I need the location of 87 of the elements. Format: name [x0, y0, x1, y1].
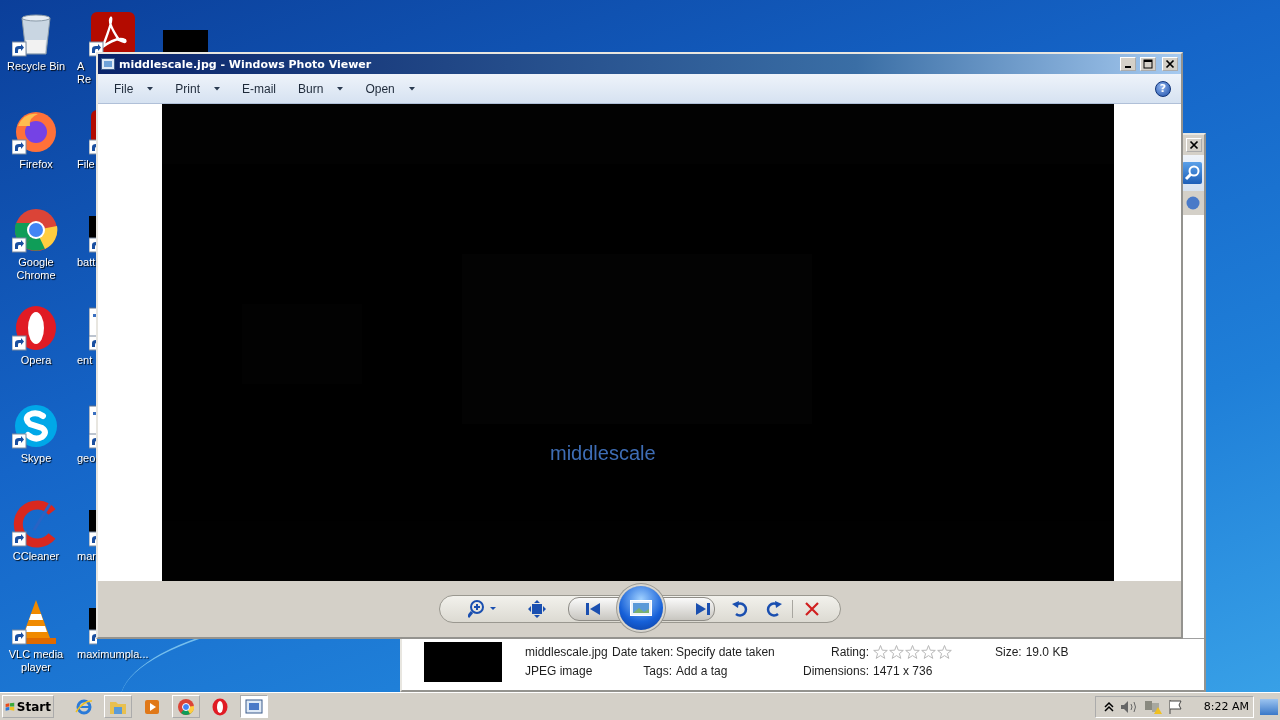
menu-item[interactable]: E-mail [236, 81, 283, 96]
rotate-left-icon [731, 601, 748, 617]
desktop-icon-label: geo [77, 452, 96, 465]
desktop-icon-label: Firefox [19, 158, 53, 171]
desktop-icon-label: File [77, 158, 95, 171]
previous-icon [584, 603, 601, 615]
next-button[interactable] [694, 603, 711, 615]
field-value[interactable]: Add a tag [676, 664, 728, 678]
show-desktop-button[interactable] [1260, 698, 1278, 715]
star-icon[interactable] [921, 645, 936, 659]
close-icon [1163, 57, 1177, 71]
pdf-icon[interactable] [89, 10, 137, 58]
file-type: JPEG image [525, 664, 594, 678]
delete-icon [804, 602, 819, 616]
desktop-icon-label: Recycle Bin [6, 60, 66, 73]
zoom-icon [467, 600, 498, 618]
caret-icon [337, 86, 344, 91]
delete-button[interactable] [804, 602, 819, 616]
window-title: middlescale.jpg - Windows Photo Viewer [119, 57, 373, 71]
close-icon [1187, 138, 1201, 152]
caret-icon [214, 86, 221, 91]
caret-icon [408, 86, 415, 91]
clock: 8:22 AM [1203, 700, 1249, 713]
photo-viewer-icon [101, 58, 115, 70]
actual-size-button[interactable] [527, 600, 546, 618]
desktop-icon-label: Opera [20, 354, 52, 367]
desktop-icon-label: Google Chrome [15, 256, 57, 282]
search-button[interactable] [1182, 162, 1202, 184]
media-player-icon [143, 697, 161, 716]
menu-item[interactable]: File [108, 81, 160, 96]
internet-explorer-icon [75, 697, 93, 716]
field-value[interactable]: Specify date taken [676, 645, 775, 659]
star-icon[interactable] [937, 645, 952, 659]
file-name: middlescale.jpg [525, 645, 609, 659]
flag-icon[interactable] [1167, 698, 1184, 715]
chrome-icon[interactable] [12, 206, 60, 254]
taskbar-button[interactable] [172, 695, 200, 718]
star-icon[interactable] [905, 645, 920, 659]
field-label: Tags: [642, 664, 672, 678]
next-icon [694, 603, 711, 615]
field-label: Date taken: [612, 645, 672, 659]
desktop-icon-label: ent [77, 354, 93, 367]
rotate-right-icon [765, 601, 782, 617]
rotate-left-button[interactable] [731, 601, 748, 617]
field-label: Size: [995, 645, 1022, 659]
opera-icon [211, 697, 229, 716]
menu-item[interactable]: Burn [292, 81, 350, 96]
chrome-icon [177, 697, 195, 716]
circle-icon [1186, 196, 1200, 210]
file-thumbnail-icon [163, 30, 208, 54]
field-label: Rating: [829, 645, 869, 659]
close-button[interactable] [1186, 138, 1202, 152]
star-icon[interactable] [889, 645, 904, 659]
taskbar-button[interactable] [104, 695, 132, 718]
desktop-icon-label: CCleaner [12, 550, 60, 563]
chevron-up-icon[interactable] [1103, 700, 1114, 713]
field-value[interactable]: 1471 x 736 [873, 664, 933, 678]
desktop-icon-label: Skype [20, 452, 52, 465]
close-button[interactable] [1162, 57, 1178, 71]
previous-button[interactable] [584, 603, 601, 615]
actual-size-icon [527, 600, 546, 618]
skype-icon[interactable] [12, 402, 60, 450]
desktop-icon-label: A Re [77, 60, 93, 86]
photo-viewer-icon [245, 697, 263, 716]
star-icon[interactable] [873, 645, 888, 659]
picture-frame-icon [629, 600, 652, 616]
desktop-icon-label: batt [77, 256, 96, 269]
minimize-button[interactable] [1120, 57, 1136, 71]
slide-show-button[interactable] [618, 586, 663, 630]
caret-icon [147, 86, 154, 91]
field-value[interactable]: 19.0 KB [1025, 645, 1069, 659]
zoom-button[interactable] [467, 600, 498, 618]
desktop-icon-label: VLC media player [7, 648, 65, 674]
minimize-icon [1125, 66, 1131, 68]
desktop-icon-label: mar [77, 550, 96, 563]
start-button[interactable]: Start [2, 695, 54, 718]
taskbar-button[interactable] [240, 695, 268, 718]
rotate-right-button[interactable] [765, 601, 782, 617]
maximize-button[interactable] [1140, 57, 1156, 71]
menu-item[interactable]: Print [169, 81, 227, 96]
image-caption: middlescale [550, 442, 656, 465]
maximize-icon [1143, 59, 1153, 69]
field-label: Dimensions: [801, 664, 869, 678]
speaker-icon[interactable] [1119, 699, 1138, 714]
desktop-icon-label: maximumpla... [77, 648, 149, 661]
menu-item[interactable]: Open [359, 81, 421, 96]
search-icon [1184, 165, 1200, 181]
